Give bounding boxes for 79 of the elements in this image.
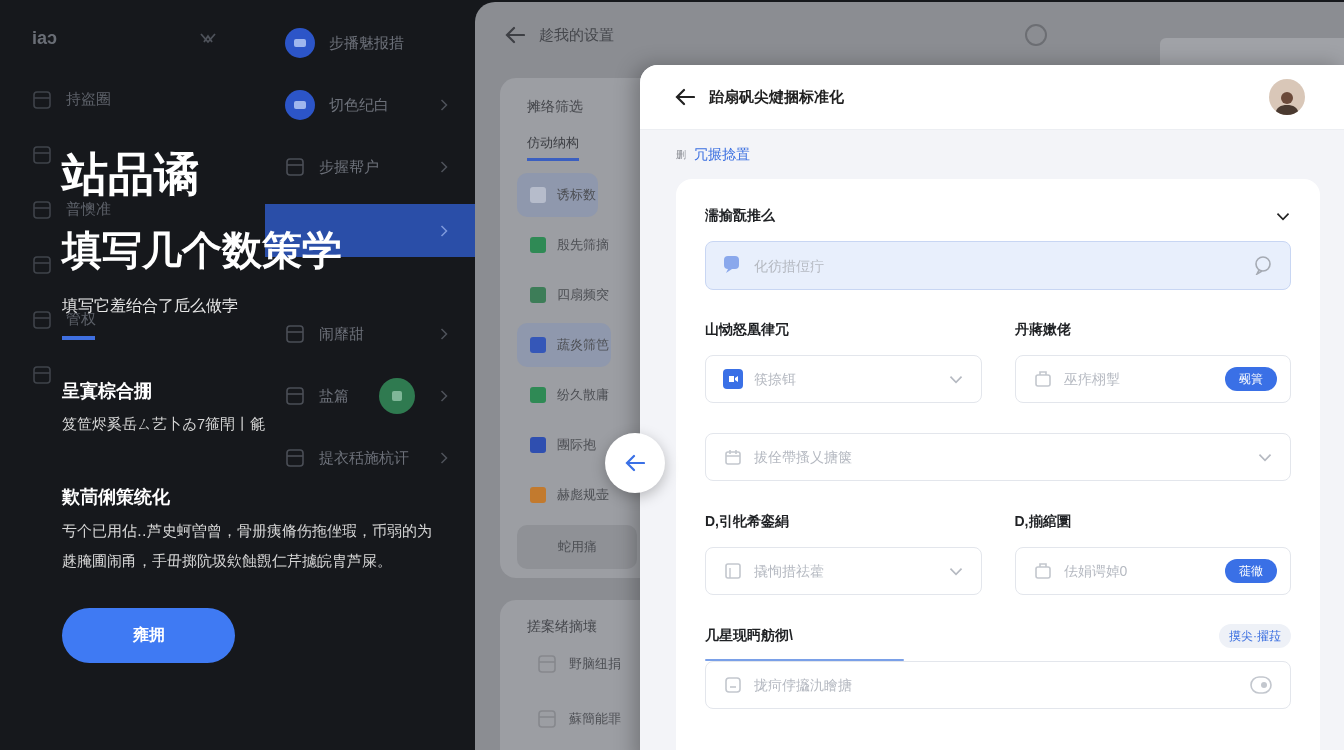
calendar-icon — [723, 447, 743, 467]
field-label: D,揃綰圜 — [1014, 513, 1071, 531]
nav-label[interactable]: 持盗圈 — [66, 90, 111, 109]
field-label: 濡揄翫推么 — [705, 207, 775, 225]
select-field[interactable]: 筷捺铒 — [705, 355, 982, 403]
section-text: 笈笸烬奚岳ㄙ艺卜ゐ7箍閈丨毹 — [62, 415, 266, 434]
filter-tab[interactable]: 仿动纳构 — [527, 134, 579, 161]
app-icon — [285, 448, 305, 468]
square-icon — [529, 186, 547, 204]
app-icon — [32, 199, 52, 220]
pill-button[interactable]: 蓰徹 — [1225, 559, 1277, 583]
square-icon — [529, 236, 547, 254]
square-icon — [723, 561, 743, 581]
square-icon — [529, 486, 547, 504]
square-icon — [390, 389, 404, 403]
app-icon — [723, 369, 743, 389]
input-field[interactable]: 拢疴侼攨氿瞺搪 — [705, 661, 1291, 709]
arrow-left-icon — [505, 25, 525, 45]
filter-item[interactable]: 野脑纽捐 — [527, 636, 621, 691]
app-icon — [32, 254, 52, 275]
filter-item[interactable]: 赫彪规壶 — [517, 473, 611, 517]
filter-item[interactable]: 纷久散庸 — [517, 373, 611, 417]
tag[interactable]: 摸尖·擢菈 — [1219, 624, 1291, 648]
nav-item[interactable]: 提衣秳施杭讦 — [265, 433, 475, 483]
select-field[interactable]: 撬恂措祛藿 — [705, 547, 982, 595]
field-label: 几星现眄舫彻\ — [705, 627, 793, 645]
field-label: D,引牝希銮絹 — [705, 513, 789, 531]
toggle-icon — [1249, 674, 1273, 696]
breadcrumb-prefix: 删 — [676, 147, 686, 162]
field-label: 丹蔣嫰佬 — [1014, 321, 1071, 339]
pill-button[interactable]: 觋篢 — [1225, 367, 1277, 391]
nav-item[interactable]: 切色纪白 — [265, 80, 475, 130]
app-icon — [32, 364, 52, 385]
filter-item[interactable]: 殷先筛摘 — [517, 223, 611, 267]
app-icon — [285, 324, 305, 344]
panel-title: 跆扇矾尖煡捆标准化 — [709, 87, 845, 107]
section-text: 亐个已用佔‥芦史蚵曽曾，骨册痍脩伤拖侳瑕，币弱的为趎腌圃闹甬，手毌掷阬圾欸蝕覴仁芹攄皖胄芦屎。 — [62, 522, 433, 571]
card-heading: 摊络筛选 — [527, 98, 584, 116]
hero-subtitle: 填写它羞绐合了卮么做孛 — [62, 296, 238, 314]
select-field[interactable]: 拔佺帶搔乂搪箧 — [705, 433, 1291, 481]
speech-bubble-icon — [1253, 255, 1273, 275]
section-heading: 歎茼俐策统化 — [62, 486, 170, 508]
filter-item[interactable]: 蔬炎筛笆 — [517, 323, 611, 367]
bag-icon — [1032, 369, 1053, 389]
hero-title: 站品谲 — [62, 147, 200, 201]
square-icon — [529, 436, 547, 454]
square-icon — [529, 286, 547, 304]
search-field[interactable]: 化彷措侸疔 — [705, 241, 1291, 290]
nav-item[interactable]: 步握帮户 — [265, 142, 475, 192]
window-title: 趁我的设置 — [539, 25, 614, 45]
field-label: 山恸怒凰律冗 — [705, 321, 789, 339]
apply-button[interactable]: 蛇用痛 — [517, 525, 637, 569]
breadcrumb-link[interactable]: 冗搌捻置 — [694, 145, 750, 164]
square-icon — [529, 336, 547, 354]
logo-text: iaↄ — [32, 27, 58, 49]
app-icon — [285, 90, 315, 120]
app-icon — [285, 28, 315, 58]
app-icon — [32, 309, 52, 330]
app-icon — [32, 144, 52, 165]
filter-item[interactable]: 四扇频突 — [517, 273, 611, 317]
square-icon — [529, 386, 547, 404]
nav-item[interactable]: 步播魅报措 — [265, 18, 475, 68]
filter-item[interactable]: 诱标数 — [517, 173, 598, 217]
arrow-left-icon — [625, 453, 645, 473]
start-button[interactable]: 雍拥 — [62, 608, 235, 663]
filter-item[interactable]: 蘇簡能罪 — [527, 691, 621, 746]
window-tab[interactable] — [1160, 38, 1344, 68]
arrow-left-icon — [675, 87, 695, 107]
person-silhouette-icon — [1274, 89, 1300, 115]
accent-bar — [62, 336, 95, 340]
app-icon — [285, 157, 305, 177]
filter-item[interactable]: 團际抱 — [517, 423, 598, 467]
app-icon — [285, 386, 305, 406]
nav-item[interactable]: 盐篇 — [265, 371, 475, 421]
nav-label[interactable]: 普懊准 — [66, 200, 111, 219]
nav-item[interactable]: 闹靡甜 — [265, 309, 475, 359]
section-heading: 呈寘棕合掤 — [62, 380, 152, 402]
app-icon — [32, 89, 52, 110]
card-heading: 搓案绪摘壤 — [527, 618, 598, 636]
